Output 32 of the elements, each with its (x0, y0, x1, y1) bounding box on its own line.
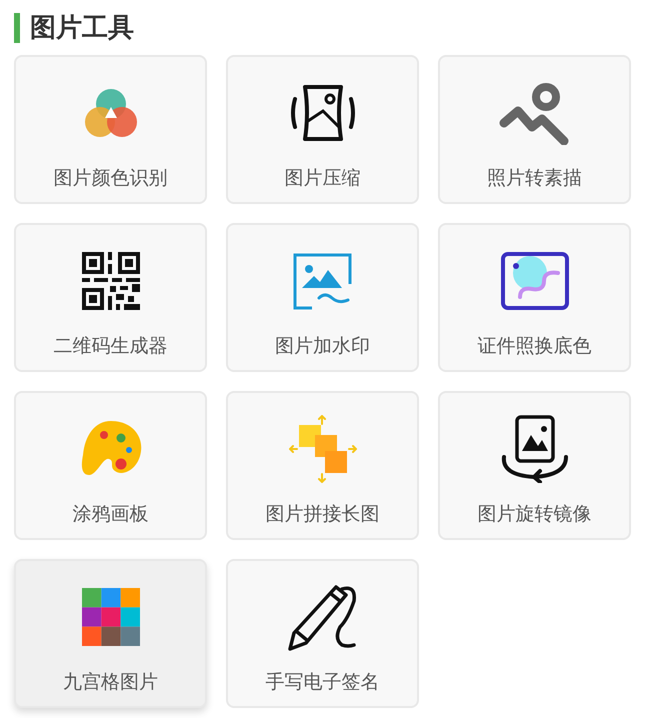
tool-label: 图片颜色识别 (54, 166, 168, 191)
tool-card[interactable]: 图片旋转镜像 (438, 391, 631, 540)
tool-card[interactable]: 涂鸦画板 (14, 391, 207, 540)
section-title: 图片工具 (30, 12, 134, 45)
mountain-sun-icon (498, 81, 572, 145)
id-photo-icon (500, 251, 570, 311)
tool-card[interactable]: 图片拼接长图 (226, 391, 419, 540)
tool-card[interactable]: 二维码生成器 (14, 223, 207, 372)
tool-label: 手写电子签名 (266, 670, 380, 695)
accent-bar (14, 12, 20, 42)
tool-card[interactable]: 证件照换底色 (438, 223, 631, 372)
tool-label: 图片压缩 (284, 166, 360, 191)
tool-label: 证件照换底色 (478, 334, 592, 359)
color-circles-icon (82, 87, 138, 139)
image-watermark-icon (292, 252, 354, 310)
tool-card[interactable]: 图片压缩 (226, 55, 419, 204)
tool-label: 二维码生成器 (54, 334, 168, 359)
stitched-squares-icon (288, 415, 356, 483)
tool-card[interactable]: 九宫格图片 (14, 559, 207, 708)
tool-card[interactable]: 手写电子签名 (226, 559, 419, 708)
color-grid-icon (82, 588, 140, 646)
qr-code-icon (82, 252, 140, 310)
tool-card[interactable]: 图片加水印 (226, 223, 419, 372)
tool-label: 照片转素描 (487, 166, 582, 191)
tool-label: 涂鸦画板 (72, 502, 148, 527)
image-compress-icon (288, 83, 356, 143)
tool-label: 图片加水印 (275, 334, 370, 359)
tool-label: 图片拼接长图 (266, 502, 380, 527)
tool-label: 图片旋转镜像 (478, 502, 592, 527)
tool-label: 九宫格图片 (63, 670, 158, 695)
tool-card[interactable]: 照片转素描 (438, 55, 631, 204)
tool-card[interactable]: 图片颜色识别 (14, 55, 207, 204)
